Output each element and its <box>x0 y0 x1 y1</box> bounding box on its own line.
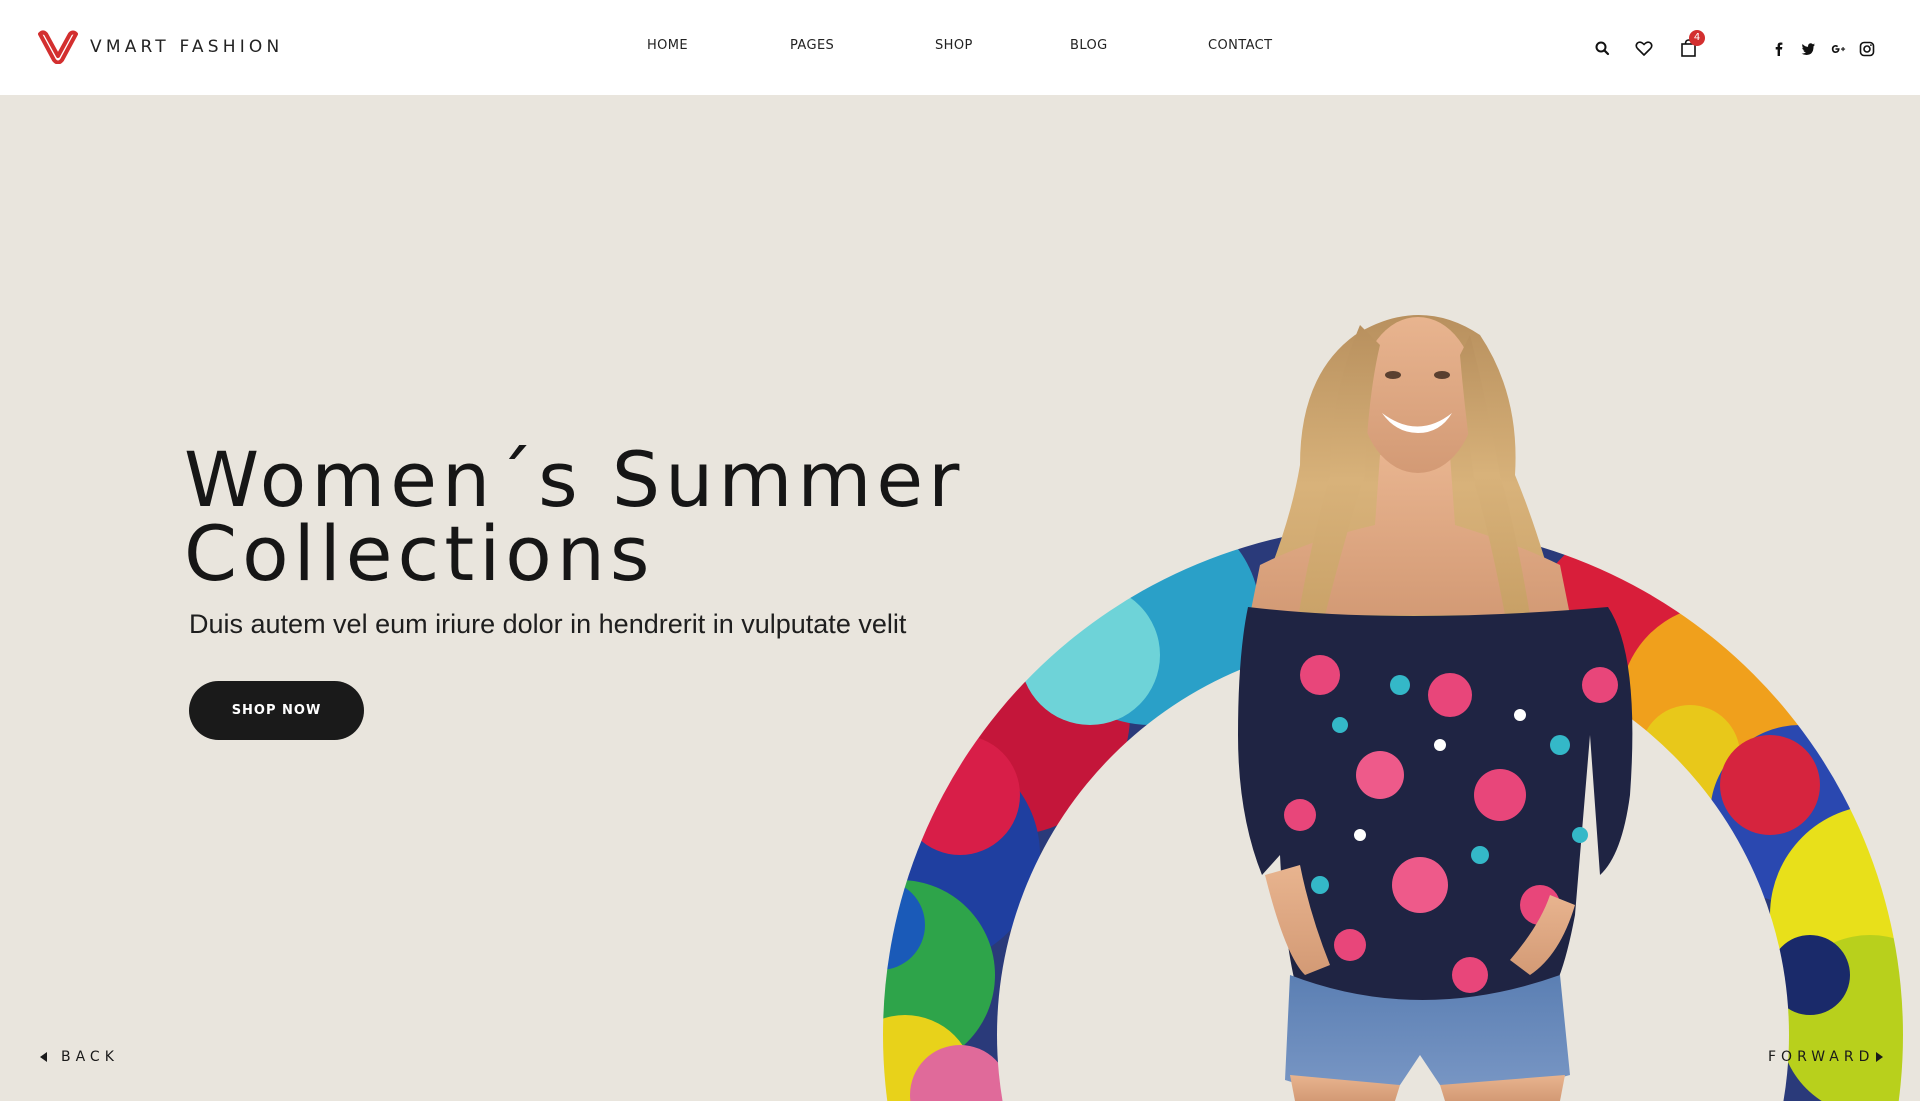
instagram-link[interactable] <box>1858 40 1876 58</box>
google-plus-icon <box>1831 45 1846 53</box>
facebook-link[interactable] <box>1770 40 1788 58</box>
wishlist-button[interactable] <box>1633 38 1655 60</box>
caret-left-icon <box>40 1052 47 1062</box>
twitter-link[interactable] <box>1799 40 1817 58</box>
forward-label: FORWARD <box>1768 1049 1875 1065</box>
nav-contact[interactable]: CONTACT <box>1208 38 1272 53</box>
google-plus-link[interactable] <box>1829 40 1847 58</box>
slider-back-button[interactable]: BACK <box>40 1049 119 1065</box>
hero-title-line-2: Collections <box>184 509 655 598</box>
hero-slider: Women´s Summer Collections Duis autem ve… <box>0 95 1920 1101</box>
facebook-icon <box>1775 42 1783 56</box>
hero-title-line-1: Women´s Summer <box>184 435 965 524</box>
shop-now-button[interactable]: SHOP NOW <box>189 681 364 740</box>
hero-subtitle: Duis autem vel eum iriure dolor in hendr… <box>189 609 907 639</box>
nav-blog[interactable]: BLOG <box>1070 38 1108 53</box>
twitter-icon <box>1801 43 1815 55</box>
slider-forward-button[interactable]: FORWARD <box>1768 1049 1884 1065</box>
cart-button[interactable]: 4 <box>1678 30 1705 60</box>
site-header: VMART FASHION HOME PAGES SHOP BLOG CONTA… <box>0 0 1920 95</box>
nav-shop[interactable]: SHOP <box>935 38 973 53</box>
search-button[interactable] <box>1592 38 1614 60</box>
search-icon <box>1595 41 1610 56</box>
nav-pages[interactable]: PAGES <box>790 38 834 53</box>
back-label: BACK <box>61 1049 119 1065</box>
nav-home[interactable]: HOME <box>647 38 688 53</box>
main-nav: HOME PAGES SHOP BLOG CONTACT <box>0 38 1920 58</box>
instagram-icon <box>1859 41 1875 57</box>
cart-count-badge: 4 <box>1689 30 1705 46</box>
caret-right-icon <box>1876 1052 1884 1062</box>
hero-title: Women´s Summer Collections <box>184 435 965 598</box>
heart-icon <box>1635 41 1653 56</box>
hero-artwork <box>805 315 1920 1101</box>
